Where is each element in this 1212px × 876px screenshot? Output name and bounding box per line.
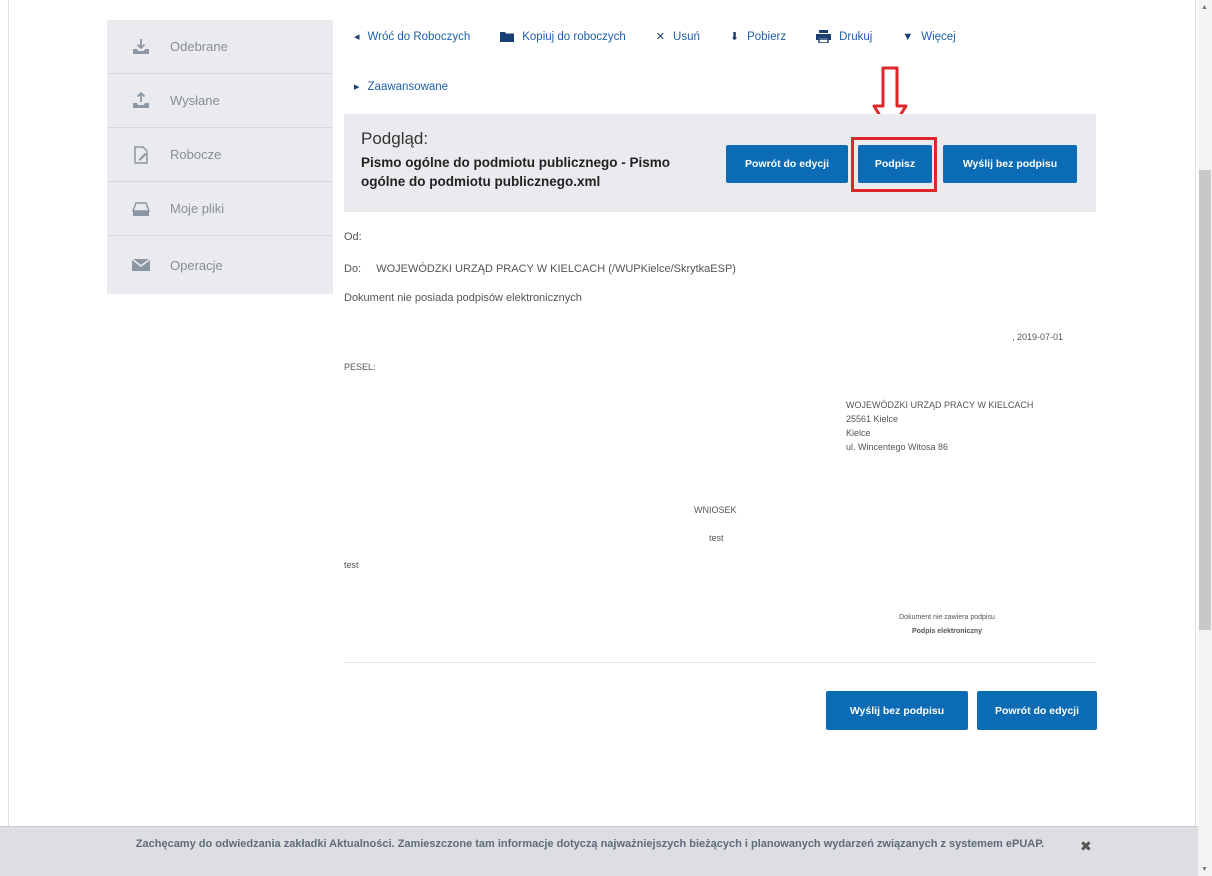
to-value: WOJEWÓDZKI URZĄD PRACY W KIELCACH (/WUPK… <box>376 263 736 275</box>
sidebar-item-moje-pliki[interactable]: Moje pliki <box>107 182 333 236</box>
send-without-signature-bottom-button[interactable]: Wyślij bez podpisu <box>826 691 968 730</box>
arrow-left-icon: ◂ <box>354 31 360 43</box>
sidebar-item-robocze[interactable]: Robocze <box>107 128 333 182</box>
more-dropdown[interactable]: ▼ Więcej <box>902 31 955 43</box>
signature-type: Podpis elektroniczny <box>911 628 983 635</box>
outbox-upload-icon <box>130 90 152 112</box>
sidebar-item-wyslane[interactable]: Wysłane <box>107 74 333 128</box>
back-to-drafts-link[interactable]: ◂ Wróć do Roboczych <box>354 30 471 44</box>
print-label: Drukuj <box>839 30 873 43</box>
to-line: Do: WOJEWÓDZKI URZĄD PRACY W KIELCACH (/… <box>344 263 736 275</box>
recipient-city: Kielce <box>846 428 871 438</box>
delete-link[interactable]: ✕ Usuń <box>655 30 700 44</box>
document-body: test <box>344 560 359 570</box>
delete-label: Usuń <box>673 30 700 43</box>
document-subject: test <box>709 533 724 543</box>
folder-icon <box>500 31 515 42</box>
caret-right-icon: ▸ <box>354 81 360 93</box>
document-filename: Pismo ogólne do podmiotu publicznego - P… <box>361 155 670 189</box>
send-without-signature-button[interactable]: Wyślij bez podpisu <box>943 145 1077 183</box>
printer-icon <box>816 30 832 43</box>
sidebar: Odebrane Wysłane Robocze Moje pliki Oper… <box>107 20 333 294</box>
sidebar-item-operacje[interactable]: Operacje <box>107 236 333 294</box>
from-line: Od: <box>344 231 362 243</box>
news-banner: Zachęcamy do odwiedzania zakładki Aktual… <box>0 826 1212 876</box>
back-to-drafts-label: Wróć do Roboczych <box>367 30 471 43</box>
more-label: Więcej <box>921 30 956 43</box>
draft-document-icon <box>130 144 152 166</box>
back-to-edit-bottom-button[interactable]: Powrót do edycji <box>977 691 1097 730</box>
sign-button-highlight <box>851 137 937 192</box>
advanced-link[interactable]: ▸ Zaawansowane <box>354 80 449 94</box>
close-icon: ✕ <box>655 31 666 43</box>
sidebar-item-odebrane[interactable]: Odebrane <box>107 20 333 74</box>
banner-text: Zachęcamy do odwiedzania zakładki Aktual… <box>135 838 1045 850</box>
envelope-icon <box>130 254 152 276</box>
download-label: Pobierz <box>747 30 787 43</box>
recipient-postal: 25561 Kielce <box>846 414 899 424</box>
signature-status: Dokument nie posiada podpisów elektronic… <box>344 292 582 304</box>
signature-note: Dokument nie zawiera podpisu <box>899 614 995 621</box>
scroll-up-icon[interactable]: ▲ <box>1201 4 1208 11</box>
sidebar-item-label: Odebrane <box>170 39 228 54</box>
close-icon[interactable]: ✖ <box>1080 838 1092 855</box>
back-to-edit-button[interactable]: Powrót do edycji <box>726 145 848 183</box>
document-heading: WNIOSEK <box>694 505 737 515</box>
sidebar-item-label: Robocze <box>170 147 222 162</box>
caret-down-icon: ▼ <box>902 30 914 43</box>
print-link[interactable]: Drukuj <box>816 30 872 43</box>
sidebar-item-label: Moje pliki <box>170 201 225 216</box>
document-date: , 2019-07-01 <box>1012 332 1064 342</box>
recipient-address: WOJEWÓDZKI URZĄD PRACY W KIELCACH 25561 … <box>846 398 1033 454</box>
download-link[interactable]: ⬇ Pobierz <box>729 30 787 44</box>
advanced-label: Zaawansowane <box>367 80 449 93</box>
inbox-download-icon <box>130 36 152 58</box>
scrollbar-thumb[interactable] <box>1199 170 1211 630</box>
folder-tray-icon <box>130 198 152 220</box>
preview-title: Podgląd: <box>361 129 429 148</box>
pesel-label: PESEL: <box>344 362 376 372</box>
message-toolbar: ◂ Wróć do Roboczych Kopiuj do roboczych … <box>354 30 1114 43</box>
sidebar-item-label: Wysłane <box>170 93 220 108</box>
copy-to-drafts-link[interactable]: Kopiuj do roboczych <box>500 31 626 43</box>
scroll-down-icon[interactable]: ▼ <box>1201 866 1208 873</box>
advanced-toolbar: ▸ Zaawansowane <box>354 80 478 94</box>
recipient-street: ul. Wincentego Witosa 86 <box>846 442 949 452</box>
content-divider <box>344 662 1096 663</box>
recipient-name: WOJEWÓDZKI URZĄD PRACY W KIELCACH <box>846 400 1034 410</box>
copy-to-drafts-label: Kopiuj do roboczych <box>522 30 626 43</box>
download-arrow-icon: ⬇ <box>729 31 740 43</box>
sidebar-item-label: Operacje <box>170 257 223 273</box>
to-label: Do: <box>344 263 362 275</box>
from-label: Od: <box>344 231 362 243</box>
